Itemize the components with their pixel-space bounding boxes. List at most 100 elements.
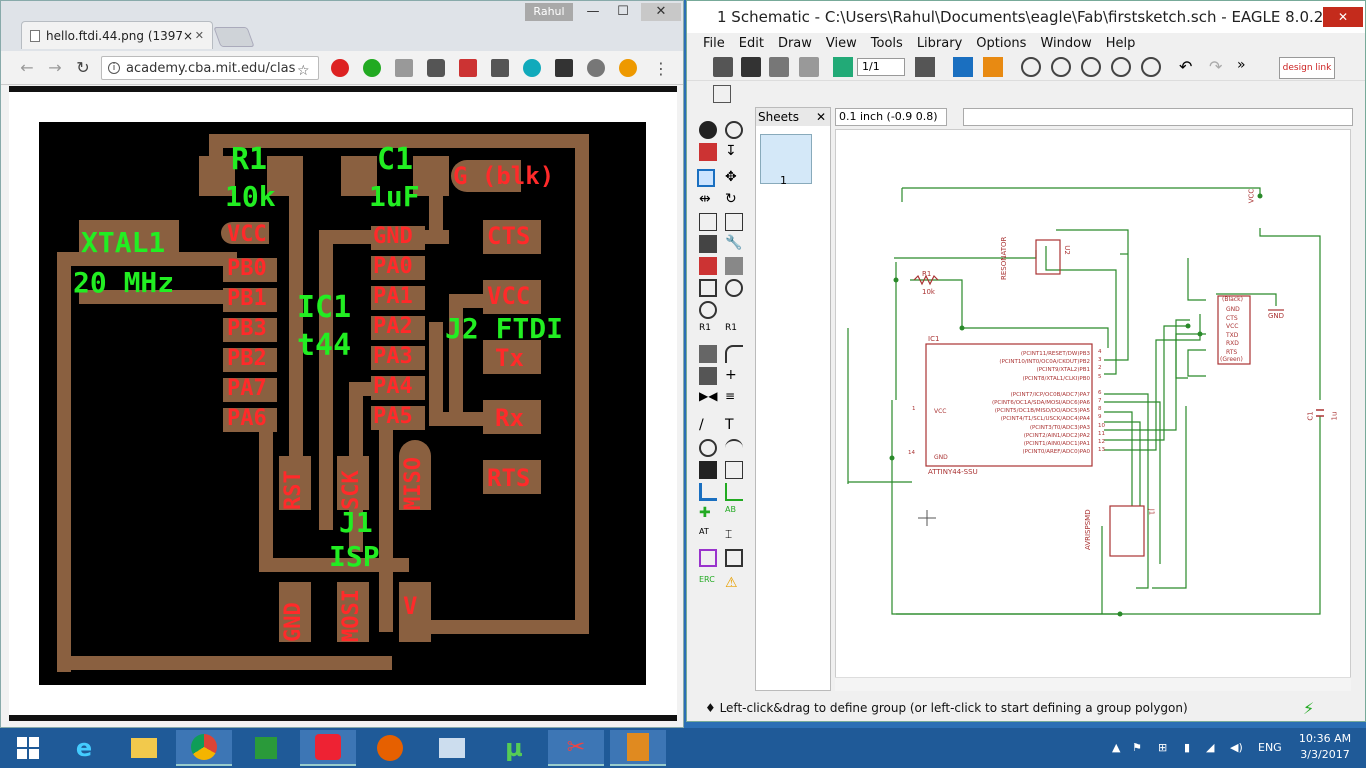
mirror-tool-icon[interactable]: ⇹ [699, 191, 717, 209]
drive-extension-icon[interactable] [395, 59, 413, 77]
warning-icon[interactable]: ⚠ [725, 575, 743, 593]
close-icon[interactable]: ✕ [816, 108, 826, 126]
start-button[interactable] [0, 730, 56, 766]
close-button[interactable]: ✕ [641, 3, 681, 21]
miter-tool-icon[interactable] [725, 345, 743, 363]
menu-draw[interactable]: Draw [778, 36, 812, 51]
rotate-tool-icon[interactable]: ↻ [725, 191, 743, 209]
menu-options[interactable]: Options [976, 36, 1026, 51]
orange-extension-icon[interactable] [619, 59, 637, 77]
battery-icon[interactable]: ▮ [1184, 728, 1190, 768]
pinswap-tool-icon[interactable] [699, 301, 717, 319]
group-tool-icon[interactable] [697, 169, 715, 187]
menu-tools[interactable]: Tools [871, 36, 903, 51]
sch-brd-icon[interactable] [833, 57, 853, 77]
flag-icon[interactable]: ⚑ [1132, 728, 1142, 768]
new-tab-button[interactable] [213, 27, 255, 47]
ie-app[interactable]: e [56, 730, 112, 766]
mark-tool-icon[interactable]: ↧ [725, 143, 743, 161]
bookmark-star-icon[interactable]: ☆ [297, 63, 310, 79]
wrench-tool-icon[interactable]: 🔧 [725, 235, 743, 253]
menu-window[interactable]: Window [1040, 36, 1091, 51]
erc-tool-icon[interactable]: ERC [699, 575, 717, 593]
menu-help[interactable]: Help [1106, 36, 1136, 51]
network-icon[interactable]: ⊞ [1158, 728, 1167, 768]
text-tool-icon[interactable]: T [725, 417, 743, 435]
maximize-button[interactable]: ☐ [609, 3, 637, 21]
address-bar[interactable]: i academy.cba.mit.edu/clas [101, 56, 319, 80]
volume-icon[interactable]: ◀) [1230, 728, 1243, 768]
menu-file[interactable]: File [703, 36, 725, 51]
cam-icon[interactable] [799, 57, 819, 77]
polygon-tool-icon[interactable] [725, 461, 743, 479]
add-tool-icon[interactable] [699, 257, 717, 275]
camera-extension-icon[interactable] [427, 59, 445, 77]
redraw-icon[interactable] [1141, 57, 1161, 77]
group-icon[interactable] [915, 57, 935, 77]
replace-tool-icon[interactable] [725, 257, 743, 275]
menu-dots-icon[interactable]: ⋮ [653, 59, 669, 78]
schematic-canvas[interactable]: VCC GND R1 10k RESONATOR U2 IC1 ATTINY44… [835, 129, 1351, 691]
plus-tool-icon[interactable]: + [725, 367, 743, 385]
camera-app[interactable] [300, 730, 356, 766]
more-icon[interactable]: » [1237, 57, 1257, 77]
split-tool-icon[interactable] [699, 367, 717, 385]
menu-edit[interactable]: Edit [739, 36, 764, 51]
name-tool-icon[interactable]: R1 [699, 323, 717, 341]
label-tool-icon[interactable]: AB [725, 505, 743, 523]
ripup-tool-icon[interactable]: ⌶ [725, 527, 743, 545]
eagle-close-button[interactable]: ✕ [1323, 7, 1363, 27]
invoke-tool-icon[interactable] [725, 279, 743, 297]
owl-extension-icon[interactable] [587, 59, 605, 77]
print-icon[interactable] [769, 57, 789, 77]
lightning-icon[interactable]: ⚡ [1303, 699, 1314, 718]
user-profile-badge[interactable]: Rahul [525, 3, 573, 21]
eagle-app[interactable] [610, 730, 666, 766]
grammarly-extension-icon[interactable] [363, 59, 381, 77]
menu-library[interactable]: Library [917, 36, 962, 51]
save-icon[interactable] [741, 57, 761, 77]
show-tool-icon[interactable] [725, 121, 743, 139]
back-arrow-icon[interactable]: ← [17, 58, 37, 78]
opera-extension-icon[interactable] [331, 59, 349, 77]
minimize-button[interactable]: — [579, 3, 607, 21]
undo-icon[interactable]: ↶ [1179, 57, 1199, 77]
circle-tool-icon[interactable] [699, 439, 717, 457]
forward-arrow-icon[interactable]: → [45, 58, 65, 78]
snipping-tool-app[interactable]: ✂ [548, 730, 604, 766]
rect-tool-icon[interactable] [699, 461, 717, 479]
utorrent-app[interactable]: µ [486, 730, 542, 766]
reload-icon[interactable]: ↻ [73, 58, 93, 78]
optimize-tool-icon[interactable]: ▶◀ [699, 389, 717, 407]
move-tool-icon[interactable]: ✥ [725, 169, 743, 187]
module-tool-icon[interactable] [725, 549, 743, 567]
m-extension-icon[interactable] [523, 59, 541, 77]
ulp-icon[interactable] [983, 57, 1003, 77]
menu-view[interactable]: View [826, 36, 857, 51]
value-tool-icon[interactable]: R1 [725, 323, 743, 341]
zoom-out-icon[interactable] [1081, 57, 1101, 77]
horizontal-scrollbar[interactable] [835, 677, 1351, 691]
color-extension-icon[interactable] [459, 59, 477, 77]
attribute-tool-icon[interactable]: ≡ [725, 389, 743, 407]
command-line-input[interactable] [963, 108, 1353, 126]
clock[interactable]: 10:36 AM 3/3/2017 [1290, 731, 1360, 763]
display-tool-icon[interactable] [699, 143, 717, 161]
open-icon[interactable] [713, 57, 733, 77]
wifi-icon[interactable]: ◢ [1206, 728, 1214, 768]
junction-tool-icon[interactable]: ✚ [699, 505, 717, 523]
chrome-app[interactable] [176, 730, 232, 766]
frame-tool-icon[interactable] [699, 549, 717, 567]
store-app[interactable] [238, 730, 294, 766]
paste-tool-icon[interactable] [725, 213, 743, 231]
delete-tool-icon[interactable] [699, 235, 717, 253]
arc-tool-icon[interactable] [725, 439, 743, 457]
design-link-button[interactable]: design link [1279, 57, 1335, 79]
bus-tool-icon[interactable] [699, 483, 717, 501]
net-tool-icon[interactable] [725, 483, 743, 501]
close-tab-icon[interactable]: ✕ [195, 29, 204, 42]
show-hidden-icons[interactable]: ▲ [1112, 728, 1120, 768]
zoom-fit-icon[interactable] [1021, 57, 1041, 77]
redo-icon[interactable]: ↷ [1209, 57, 1229, 77]
attribute-label-icon[interactable]: AT [699, 527, 717, 545]
